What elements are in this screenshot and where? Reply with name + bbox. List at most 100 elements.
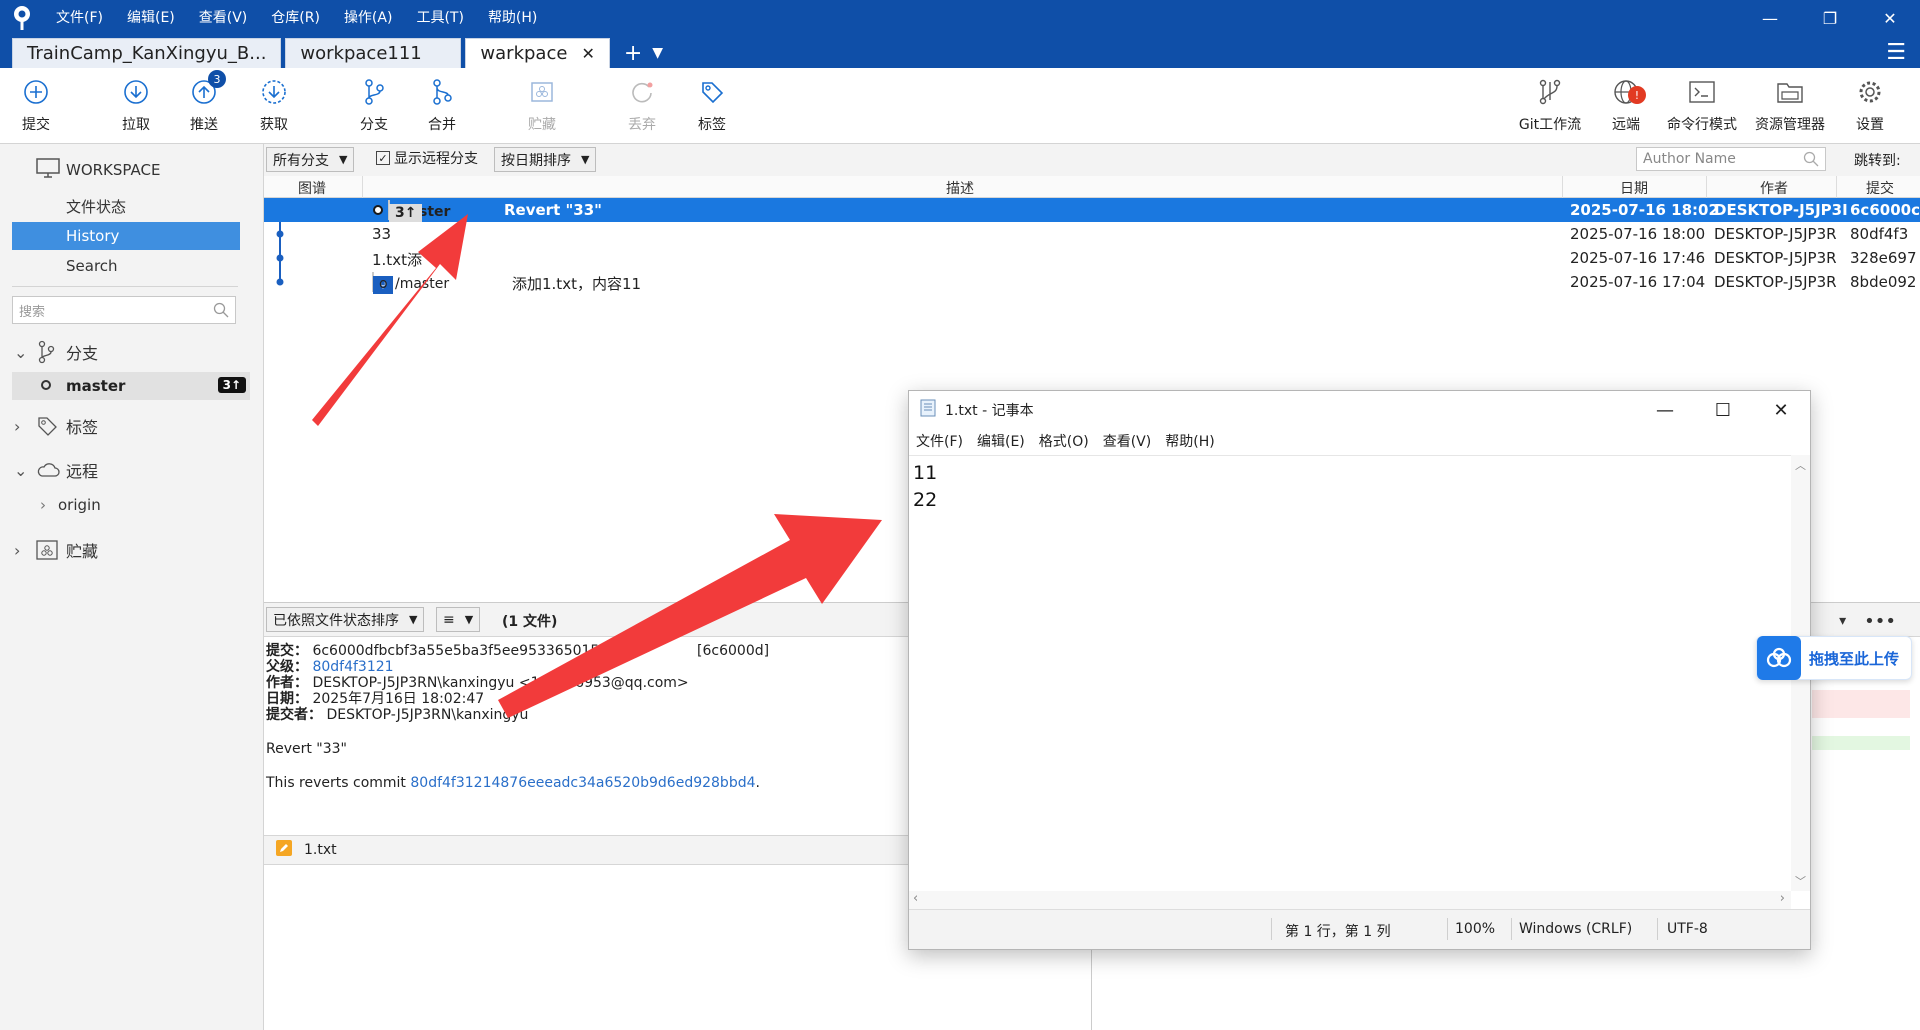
branch-item-master[interactable]: master 3↑ [12,372,250,400]
commit-row[interactable]: 33 2025-07-16 18:00 DESKTOP-J5JP3R 80df4… [264,222,1920,246]
list-mode-dropdown[interactable]: ≡ ▼ [436,607,481,632]
drag-upload-widget[interactable]: 拖拽至此上传 [1756,636,1912,680]
branch-filter-dropdown[interactable]: 所有分支 ▼ [266,147,355,172]
gitflow-button[interactable]: Git工作流 [1518,76,1582,134]
minimize-icon[interactable]: — [1740,0,1800,36]
remote-item-origin[interactable]: › origin [40,496,101,514]
scroll-right-icon[interactable]: › [1780,891,1785,906]
menu-help[interactable]: 帮助(H) [476,0,549,36]
discard-button[interactable]: 丢弃 [610,76,674,134]
close-icon[interactable]: ✕ [1860,0,1920,36]
stash-button[interactable]: 贮藏 [510,76,574,134]
settings-button[interactable]: 设置 [1838,76,1902,134]
sort-dropdown[interactable]: 按日期排序 ▼ [494,147,597,172]
history-column-header: 图谱 描述 日期 作者 提交 [264,176,1920,198]
sidebar-item-search[interactable]: Search [12,252,240,280]
branch-tag-master[interactable]: ⑂ master 3↑ [388,200,450,222]
scroll-down-icon[interactable]: ﹀ [1795,873,1806,889]
sidebar-item-file-status[interactable]: 文件状态 [12,192,240,220]
column-commit[interactable]: 提交 [1866,178,1894,198]
tab-traincamp[interactable]: TrainCamp_KanXingyu_B... [12,38,282,68]
search-placeholder: 搜索 [19,304,46,320]
scroll-up-icon[interactable]: ︿ [1795,457,1806,473]
notepad-menu-file[interactable]: 文件(F) [909,429,970,455]
menu-action[interactable]: 操作(A) [332,0,405,36]
gear-dropdown-icon[interactable]: ▾ [1839,613,1846,629]
minimize-icon[interactable]: — [1636,391,1694,429]
notepad-text-area[interactable]: 11 22 [909,455,1791,891]
column-separator[interactable] [362,176,363,198]
tab-warkpace[interactable]: warkpace ✕ [465,38,610,68]
stashes-group[interactable]: › 贮藏 [14,538,98,562]
column-separator[interactable] [1836,176,1837,198]
horizontal-scrollbar[interactable]: ‹ › [909,891,1791,909]
tag-button[interactable]: 标签 [680,76,744,134]
author-filter-input[interactable]: Author Name [1636,147,1826,171]
info-date: 日期： 2025年7月16日 18:02:47 [266,691,769,707]
column-separator[interactable] [1562,176,1563,198]
add-tab-icon[interactable]: + [624,38,642,68]
push-button[interactable]: 3 推送 [172,70,236,134]
sidebar-search-input[interactable]: 搜索 [12,296,236,324]
restore-icon[interactable]: ❐ [1800,0,1860,36]
diff-removed-line [1812,690,1910,718]
column-date[interactable]: 日期 [1620,178,1648,198]
remote-button[interactable]: ! 远端 [1594,76,1658,134]
commit-row[interactable]: ⑂ o /master 添加1.txt，内容11 2025-07-16 17:0… [264,270,1920,294]
menu-repo[interactable]: 仓库(R) [259,0,332,36]
column-description[interactable]: 描述 [946,178,974,198]
column-author[interactable]: 作者 [1760,178,1788,198]
status-encoding: UTF-8 [1667,921,1708,937]
maximize-icon[interactable]: ☐ [1694,391,1752,429]
jump-to-label[interactable]: 跳转到: [1854,150,1901,170]
commit-hash: 328e697 [1850,249,1917,267]
commit-row[interactable]: ⑂ master 3↑ Revert "33" 2025-07-16 18:02… [264,198,1920,222]
tab-workpace111[interactable]: workpace111 [285,38,462,68]
parent-link[interactable]: 80df4f3121 [312,659,393,675]
status-position: 第 1 行，第 1 列 [1285,924,1391,940]
remote-warning-badge: ! [1628,86,1646,104]
more-options-icon[interactable]: ••• [1864,611,1896,632]
stash-icon [526,76,558,108]
explorer-button[interactable]: 资源管理器 [1755,76,1825,134]
menu-file[interactable]: 文件(F) [44,0,115,36]
branch-button[interactable]: 分支 [342,76,406,134]
notepad-title-bar[interactable]: 1.txt - 记事本 — ☐ ✕ [909,391,1810,429]
file-sort-dropdown[interactable]: 已依照文件状态排序 ▼ [266,607,425,632]
merge-button[interactable]: 合并 [410,76,474,134]
column-graph[interactable]: 图谱 [298,178,326,198]
info-label: 提交者： [266,707,322,723]
toolbar: 提交 拉取 3 推送 获取 分支 合并 贮藏 丢弃 标签 Git工作流 ! 远端 [0,68,1920,144]
notepad-menu-help[interactable]: 帮助(H) [1158,429,1221,455]
remotes-group[interactable]: ⌄ 远程 [14,458,98,482]
reverts-suffix: . [755,775,760,791]
show-remote-checkbox[interactable]: ✓ 显示远程分支 [376,148,478,168]
branch-tag-origin-master[interactable]: ⑂ o /master [372,272,449,294]
reverted-commit-link[interactable]: 80df4f31214876eeeadc34a6520b9d6ed928bbd4 [410,775,755,791]
branches-group[interactable]: ⌄ 分支 [14,340,98,364]
notepad-menu-format[interactable]: 格式(O) [1032,429,1096,455]
scroll-left-icon[interactable]: ‹ [913,891,918,906]
tags-group[interactable]: › 标签 [14,414,98,438]
info-commit: 提交： 6c6000dfbcbf3a55e5ba3f5ee953365015c [… [266,643,769,659]
menu-view[interactable]: 查看(V) [187,0,260,36]
gitflow-icon [1534,76,1566,108]
tab-close-icon[interactable]: ✕ [581,44,594,63]
terminal-button[interactable]: 命令行模式 [1667,76,1737,134]
sidebar-item-label: 文件状态 [66,197,127,216]
pull-button[interactable]: 拉取 [104,76,168,134]
menu-tools[interactable]: 工具(T) [404,0,475,36]
sidebar-item-history[interactable]: History [12,222,240,250]
commit-button[interactable]: 提交 [4,76,68,134]
notepad-menu-edit[interactable]: 编辑(E) [970,429,1032,455]
menu-edit[interactable]: 编辑(E) [115,0,187,36]
hamburger-menu-icon[interactable]: ☰ [1886,40,1906,65]
tab-list-dropdown-icon[interactable]: ▼ [652,38,663,68]
notepad-menu-view[interactable]: 查看(V) [1096,429,1159,455]
fetch-button[interactable]: 获取 [242,76,306,134]
column-separator[interactable] [1706,176,1707,198]
fetch-icon [258,76,290,108]
info-value[interactable]: 6c6000dfbcbf3a55e5ba3f5ee953365015c [312,643,607,659]
commit-row[interactable]: 1.txt添 2025-07-16 17:46 DESKTOP-J5JP3R 3… [264,246,1920,270]
close-icon[interactable]: ✕ [1752,391,1810,429]
